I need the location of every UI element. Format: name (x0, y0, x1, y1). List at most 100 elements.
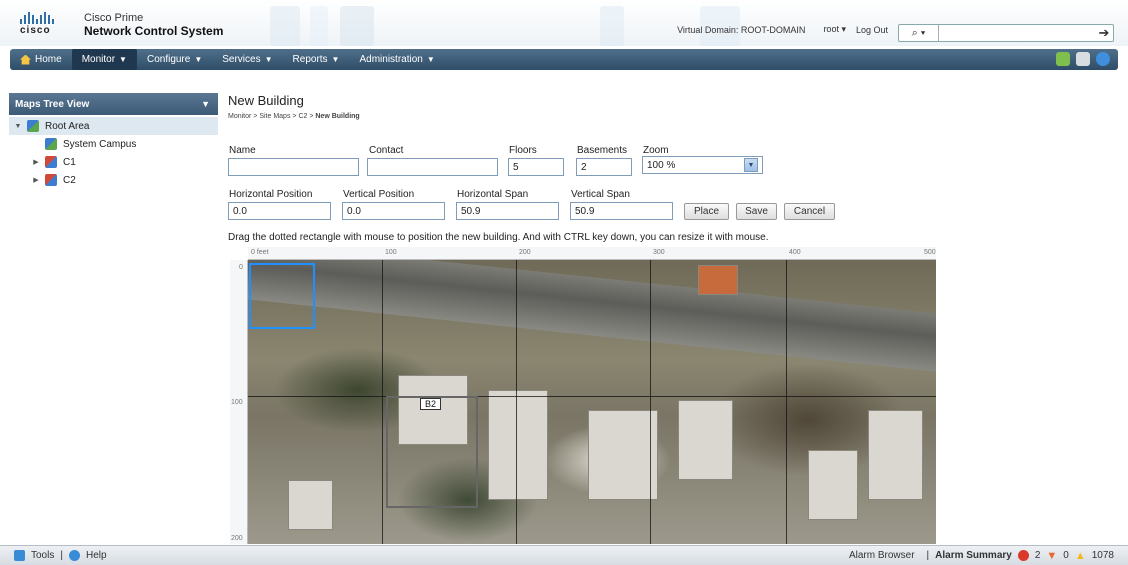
horizontal-span-field[interactable] (456, 202, 559, 220)
horizontal-span-label: Horizontal Span (457, 189, 529, 200)
map-grid-line (382, 260, 383, 544)
contact-field[interactable] (367, 158, 498, 176)
breadcrumb-site-maps[interactable]: Site Maps (259, 113, 290, 120)
nav-services[interactable]: Services ▼ (212, 49, 282, 70)
name-label: Name (229, 145, 256, 156)
header-decoration (310, 6, 328, 46)
major-alarm-count[interactable]: 0 (1063, 550, 1069, 561)
footer-right: Alarm Browser | Alarm Summary 2 ▼ 0 ▲ 10… (849, 550, 1114, 562)
campus-icon (27, 120, 39, 132)
site-map-canvas[interactable]: B2 (248, 260, 936, 544)
minor-alarm-count[interactable]: 1078 (1092, 550, 1114, 561)
name-field[interactable] (228, 158, 359, 176)
search-go-icon[interactable]: ➔ (1095, 25, 1113, 41)
new-building-drag-rectangle[interactable] (249, 263, 315, 329)
breadcrumb-current: New Building (315, 113, 360, 120)
nav-administration[interactable]: Administration ▼ (349, 49, 444, 70)
map-ruler-left: 0 100 200 (230, 260, 248, 544)
nav-home[interactable]: Home (10, 49, 72, 70)
help-icon[interactable] (1096, 52, 1110, 66)
basements-field[interactable] (576, 158, 632, 176)
tree-item-root-area[interactable]: ▼ Root Area (9, 117, 218, 135)
tree-item-system-campus[interactable]: System Campus (9, 135, 218, 153)
breadcrumb-monitor[interactable]: Monitor (228, 113, 251, 120)
nav-reports[interactable]: Reports ▼ (283, 49, 350, 70)
alarm-browser-link[interactable]: Alarm Browser (849, 550, 915, 561)
existing-building-outline[interactable] (386, 396, 478, 508)
floors-field[interactable] (508, 158, 564, 176)
zoom-label: Zoom (643, 145, 669, 156)
help-link[interactable]: Help (86, 550, 107, 561)
caret-down-icon: ▼ (331, 55, 340, 64)
tools-icon[interactable] (14, 550, 25, 561)
horizontal-position-label: Horizontal Position (229, 189, 313, 200)
save-button[interactable]: Save (736, 203, 777, 220)
map-grid-line (516, 260, 517, 544)
footer-separator: | (926, 550, 930, 561)
vertical-span-field[interactable] (570, 202, 673, 220)
tree-item-label: Root Area (45, 120, 90, 132)
caret-down-icon: ▼ (119, 55, 127, 64)
header-decoration (340, 6, 374, 46)
nav-monitor[interactable]: Monitor ▼ (71, 49, 137, 70)
nav-monitor-label: Monitor (81, 54, 116, 65)
status-bar: Tools | Help Alarm Browser | Alarm Summa… (0, 545, 1128, 565)
tools-link[interactable]: Tools (31, 550, 54, 561)
map-building (808, 450, 858, 520)
contact-label: Contact (369, 145, 404, 156)
caret-down-icon: ▼ (194, 55, 203, 64)
page-title: New Building (228, 93, 304, 108)
map-grid-line (786, 260, 787, 544)
basements-label: Basements (577, 145, 628, 156)
nav-home-label: Home (35, 54, 62, 65)
help-icon[interactable] (68, 550, 80, 561)
campus-icon (45, 174, 57, 186)
vertical-position-field[interactable] (342, 202, 445, 220)
x-tick-label: 500 (924, 249, 936, 256)
map-grid-line (650, 260, 651, 544)
caret-down-icon: ▼ (426, 55, 435, 64)
zoom-value: 100 % (647, 159, 676, 171)
expand-toggle-icon[interactable]: ▼ (13, 123, 23, 130)
zoom-select[interactable]: 100 % ▼ (642, 156, 763, 174)
map-ruler-top: 0 feet 100 200 300 400 500 (248, 247, 936, 260)
home-icon (20, 54, 31, 65)
chevron-down-icon[interactable]: ▼ (744, 158, 758, 172)
place-button[interactable]: Place (684, 203, 729, 220)
y-tick-label: 200 (231, 535, 243, 542)
instruction-text: Drag the dotted rectangle with mouse to … (228, 232, 769, 243)
nav-configure[interactable]: Configure ▼ (137, 49, 212, 70)
header-user-area: Virtual Domain: ROOT-DOMAIN root ▾ Log O… (677, 24, 888, 35)
search-input[interactable] (939, 26, 1095, 40)
horizontal-position-field[interactable] (228, 202, 331, 220)
maps-tree-header[interactable]: Maps Tree View ▼ (9, 93, 218, 115)
cisco-logo[interactable]: cisco (20, 12, 72, 36)
expand-toggle-icon[interactable]: ▶ (31, 158, 41, 166)
chevron-down-icon[interactable]: ▼ (201, 99, 210, 109)
floors-label: Floors (509, 145, 537, 156)
critical-alarm-count[interactable]: 2 (1035, 550, 1041, 561)
caret-down-icon: ▼ (264, 55, 273, 64)
search-icon[interactable]: ⌕ ▾ (899, 25, 939, 41)
map-road (248, 260, 936, 375)
map-building (678, 400, 733, 480)
map-building (488, 390, 548, 500)
logout-link[interactable]: Log Out (856, 25, 888, 35)
user-menu[interactable]: root ▾ (823, 24, 846, 35)
cancel-button[interactable]: Cancel (784, 203, 835, 220)
alarm-summary-link[interactable]: Alarm Summary (935, 550, 1012, 561)
building-label-b2[interactable]: B2 (420, 398, 442, 410)
campus-icon (45, 156, 57, 168)
x-tick-label: 0 feet (251, 249, 269, 256)
global-search: ⌕ ▾ ➔ (898, 24, 1114, 42)
tree-item-c1[interactable]: ▶ C1 (9, 153, 218, 171)
clipboard-icon[interactable] (1076, 52, 1090, 66)
expand-toggle-icon[interactable]: ▶ (31, 176, 41, 184)
nav-administration-label: Administration (359, 54, 423, 65)
map-grid-line (248, 396, 936, 397)
critical-alarm-icon (1017, 550, 1029, 561)
app-header: cisco Cisco Prime Network Control System… (0, 0, 1128, 46)
tree-item-label: C2 (63, 174, 76, 186)
settings-icon[interactable] (1056, 52, 1070, 66)
tree-item-c2[interactable]: ▶ C2 (9, 171, 218, 189)
